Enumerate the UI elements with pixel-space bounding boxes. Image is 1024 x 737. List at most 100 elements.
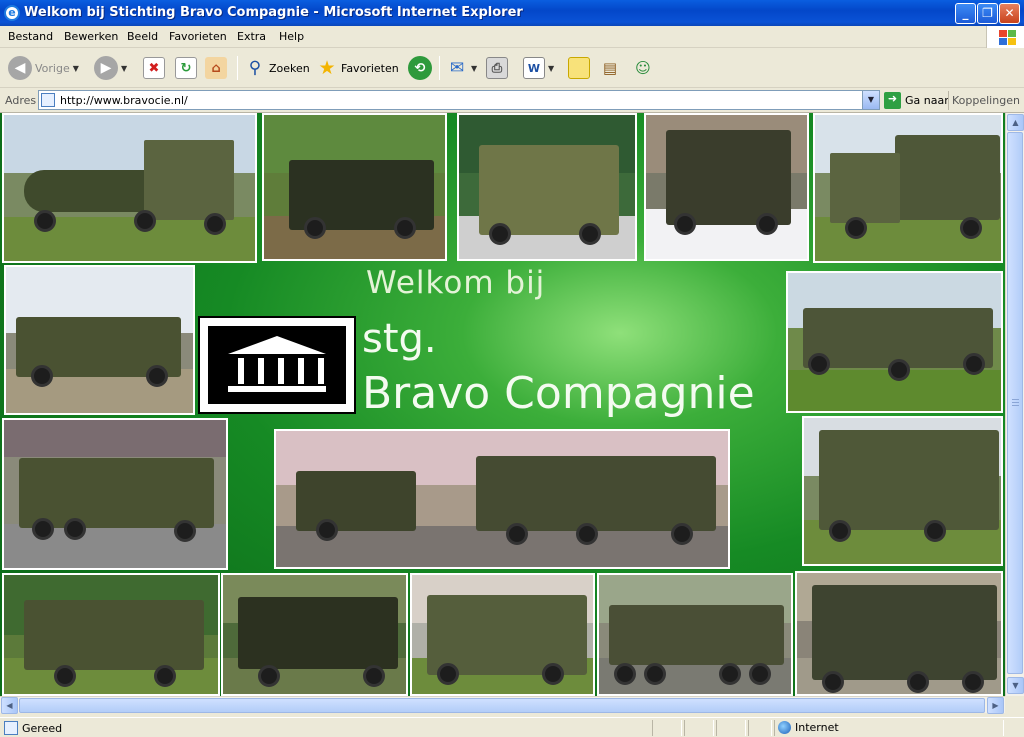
stop-button[interactable]: ✖ [143,54,165,82]
scrollbar-corner [1005,696,1024,713]
scroll-left-button[interactable]: ◀ [1,697,18,714]
page-icon [41,93,55,107]
address-url[interactable]: http://www.bravocie.nl/ [60,94,188,107]
horizontal-scroll-thumb[interactable] [19,698,985,713]
page-content: Welkom bij stg. Bravo Compagnie [0,113,1005,696]
vehicle-photo [262,113,447,261]
vehicle-photo [802,416,1003,566]
internet-explorer-icon: e [4,5,20,21]
menu-help[interactable]: Help [279,30,304,43]
status-cell [684,720,714,736]
windows-flag-icon [986,26,1024,48]
globe-icon [778,721,791,734]
history-icon: ⟲ [408,56,432,80]
address-bar: Adres http://www.bravocie.nl/ ▼ ➜ Ga naa… [0,88,1024,113]
research-icon: ▤ [602,59,618,77]
zone-label: Internet [795,721,839,734]
browser-window: e Welkom bij Stichting Bravo Compagnie -… [0,0,1024,737]
toolbar-separator [237,56,238,80]
vehicle-photo [221,573,408,696]
vehicle-photo [2,418,228,570]
menu-bestand[interactable]: Bestand [8,30,53,43]
edit-button[interactable]: W ▼ [523,54,554,82]
vehicle-photo [597,573,793,696]
building-icon [228,336,326,354]
welcome-heading: Welkom bij [366,265,546,301]
forward-arrow-icon: ▶ [94,56,118,80]
vehicle-photo [410,573,595,696]
back-arrow-icon: ◀ [8,56,32,80]
maximize-button[interactable]: ❐ [977,3,998,24]
search-button[interactable]: ⚲ Zoeken [244,54,310,82]
org-line-1: stg. [362,316,437,362]
refresh-icon: ↻ [175,57,197,79]
status-cell [748,720,772,736]
vehicle-photo [813,113,1003,263]
go-label: Ga naar [905,94,949,107]
menu-favorieten[interactable]: Favorieten [169,30,227,43]
vertical-scrollbar[interactable]: ▲ ▼ [1005,113,1024,696]
messenger-button[interactable]: ☺ [632,54,654,82]
menu-beeld[interactable]: Beeld [127,30,158,43]
go-arrow-icon: ➜ [884,92,901,109]
star-icon: ★ [318,57,336,79]
stop-icon: ✖ [143,57,165,79]
refresh-button[interactable]: ↻ [175,54,197,82]
menu-bewerken[interactable]: Bewerken [64,30,118,43]
back-label: Vorige [35,61,70,75]
window-title: Welkom bij Stichting Bravo Compagnie - M… [24,5,523,20]
printer-icon: ⎙ [486,57,508,79]
vehicle-photo [4,265,195,415]
toolbar: ◀ Vorige ▼ ▶ ▼ ✖ ↻ ⌂ ⚲ Zoeken ★ Favoriet… [0,48,1024,88]
print-button[interactable]: ⎙ [486,54,508,82]
research-button[interactable]: ▤ [599,54,621,82]
chevron-down-icon[interactable]: ▼ [548,64,554,73]
status-bar: Gereed Internet [0,717,1024,737]
scroll-right-button[interactable]: ▶ [987,697,1004,714]
home-button[interactable]: ⌂ [205,54,227,82]
links-separator [948,91,949,110]
close-button[interactable]: ✕ [999,3,1020,24]
stichting-logo [198,316,356,414]
chevron-down-icon[interactable]: ▼ [73,64,79,73]
vehicle-photo [786,271,1003,413]
page-icon [4,721,18,735]
note-icon [568,57,590,79]
org-line-2: Bravo Compagnie [362,368,755,419]
home-icon: ⌂ [205,57,227,79]
links-button[interactable]: Koppelingen [952,94,1020,107]
vehicle-photo [795,571,1003,696]
vehicle-photo [2,113,257,263]
title-bar: e Welkom bij Stichting Bravo Compagnie -… [0,0,1024,26]
horizontal-scrollbar[interactable]: ◀ ▶ [0,696,1005,714]
discuss-button[interactable] [568,54,590,82]
search-icon: ⚲ [248,58,262,78]
chevron-down-icon[interactable]: ▼ [121,64,127,73]
address-input[interactable]: http://www.bravocie.nl/ ▼ [38,90,880,110]
vertical-scroll-thumb[interactable] [1007,132,1023,674]
vehicle-photo [644,113,809,261]
status-cell [716,720,746,736]
scroll-down-button[interactable]: ▼ [1007,677,1024,694]
go-button[interactable]: ➜ Ga naar [884,92,949,109]
vehicle-photo [2,573,220,696]
address-dropdown-button[interactable]: ▼ [862,91,879,109]
menu-bar: Bestand Bewerken Beeld Favorieten Extra … [0,26,1024,48]
status-text: Gereed [22,722,63,735]
messenger-icon: ☺ [635,59,651,77]
mail-button[interactable]: ✉ ▼ [446,54,477,82]
minimize-button[interactable]: _ [955,3,976,24]
menu-extra[interactable]: Extra [237,30,266,43]
word-icon: W [523,57,545,79]
security-zone: Internet [778,721,839,734]
status-cell [652,720,682,736]
back-button[interactable]: ◀ Vorige ▼ [8,54,79,82]
history-button[interactable]: ⟲ [408,54,432,82]
search-label: Zoeken [269,61,310,75]
forward-button[interactable]: ▶ ▼ [94,54,127,82]
toolbar-separator [439,56,440,80]
vehicle-photo [457,113,637,261]
favorites-button[interactable]: ★ Favorieten [316,54,398,82]
scroll-up-button[interactable]: ▲ [1007,114,1024,131]
chevron-down-icon[interactable]: ▼ [471,64,477,73]
